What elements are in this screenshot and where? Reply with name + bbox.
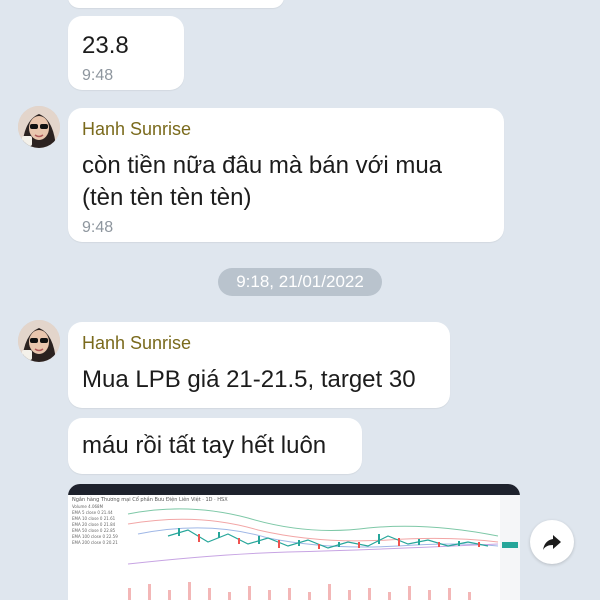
message-text: máu rồi tất tay hết luôn xyxy=(82,432,327,459)
share-button[interactable] xyxy=(530,520,574,564)
message-time: 9:48 xyxy=(82,67,114,84)
sender-name[interactable]: Hanh Sunrise xyxy=(82,119,191,140)
message-bubble[interactable]: Hanh Sunrise còn tiền nữa đâu mà bán với… xyxy=(68,108,504,242)
date-separator: 9:18, 21/01/2022 xyxy=(218,268,382,296)
message-bubble[interactable]: Hanh Sunrise Mua LPB giá 21-21.5, target… xyxy=(68,322,450,408)
chart-graphic xyxy=(127,495,520,600)
avatar[interactable] xyxy=(18,106,60,148)
message-bubble[interactable]: máu rồi tất tay hết luôn xyxy=(68,418,362,474)
message-text: 23.8 xyxy=(82,32,129,59)
user-avatar-icon xyxy=(18,106,60,148)
chart-image-message[interactable]: Ngân hàng Thương mại Cổ phần Bưu Điện Li… xyxy=(68,484,520,600)
share-arrow-icon xyxy=(543,535,561,550)
partial-message-bubble xyxy=(68,0,284,8)
user-avatar-icon xyxy=(18,320,60,362)
message-bubble[interactable]: 23.8 9:48 xyxy=(68,16,184,90)
sender-name[interactable]: Hanh Sunrise xyxy=(82,333,191,354)
avatar[interactable] xyxy=(18,320,60,362)
message-time: 9:48 xyxy=(82,219,114,236)
message-text-line: (tèn tèn tèn tèn) xyxy=(82,184,252,211)
message-text-line: còn tiền nữa đâu mà bán với mua xyxy=(82,152,443,179)
message-text: Mua LPB giá 21-21.5, target 30 xyxy=(82,366,416,393)
